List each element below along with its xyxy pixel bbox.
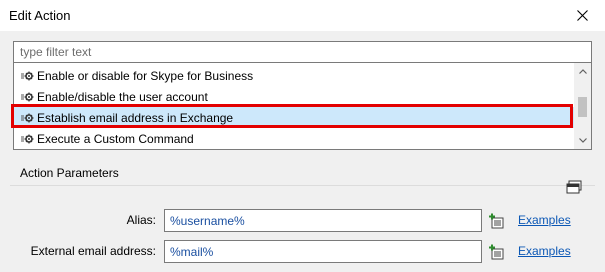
divider: [10, 185, 595, 186]
title-bar: Edit Action: [0, 0, 605, 31]
gear-list-icon: [21, 113, 34, 122]
list-item-selected[interactable]: Establish email address in Exchange: [14, 107, 575, 128]
external-email-examples-link[interactable]: Examples: [518, 244, 571, 258]
insert-variable-icon: [488, 244, 503, 259]
external-email-label: External email address:: [30, 244, 156, 258]
chevron-up-icon: [578, 69, 587, 74]
gear-list-icon: [21, 92, 34, 101]
close-icon: [576, 10, 588, 21]
alias-insert-button[interactable]: [485, 210, 506, 231]
external-email-field[interactable]: [164, 240, 482, 263]
list-scrollbar[interactable]: [574, 63, 591, 149]
window-title: Edit Action: [9, 8, 71, 23]
list-item-label: Enable or disable for Skype for Business: [37, 68, 254, 83]
action-list[interactable]: Enable or disable for Skype for Business…: [13, 62, 592, 150]
scroll-down-button[interactable]: [574, 132, 591, 149]
alias-examples-link[interactable]: Examples: [518, 213, 571, 227]
list-item[interactable]: Enable or disable for Skype for Business: [14, 65, 575, 86]
panel-toggle-icon[interactable]: [566, 180, 582, 194]
action-parameters-title: Action Parameters: [20, 166, 119, 180]
scroll-thumb[interactable]: [578, 97, 587, 117]
external-email-insert-button[interactable]: [485, 241, 506, 262]
list-item-label: Establish email address in Exchange: [37, 110, 234, 125]
insert-variable-icon: [488, 213, 503, 228]
gear-list-icon: [21, 71, 34, 80]
list-item-label: Enable/disable the user account: [37, 89, 208, 104]
list-item-label: Execute a Custom Command: [37, 131, 194, 146]
chevron-down-icon: [578, 138, 587, 143]
scroll-up-button[interactable]: [574, 63, 591, 80]
list-item[interactable]: Enable/disable the user account: [14, 86, 575, 107]
list-item[interactable]: Execute a Custom Command: [14, 128, 575, 149]
filter-input[interactable]: [13, 41, 592, 62]
alias-field[interactable]: [164, 209, 482, 232]
gear-list-icon: [21, 134, 34, 143]
close-button[interactable]: [559, 0, 605, 31]
alias-label: Alias:: [126, 213, 156, 227]
